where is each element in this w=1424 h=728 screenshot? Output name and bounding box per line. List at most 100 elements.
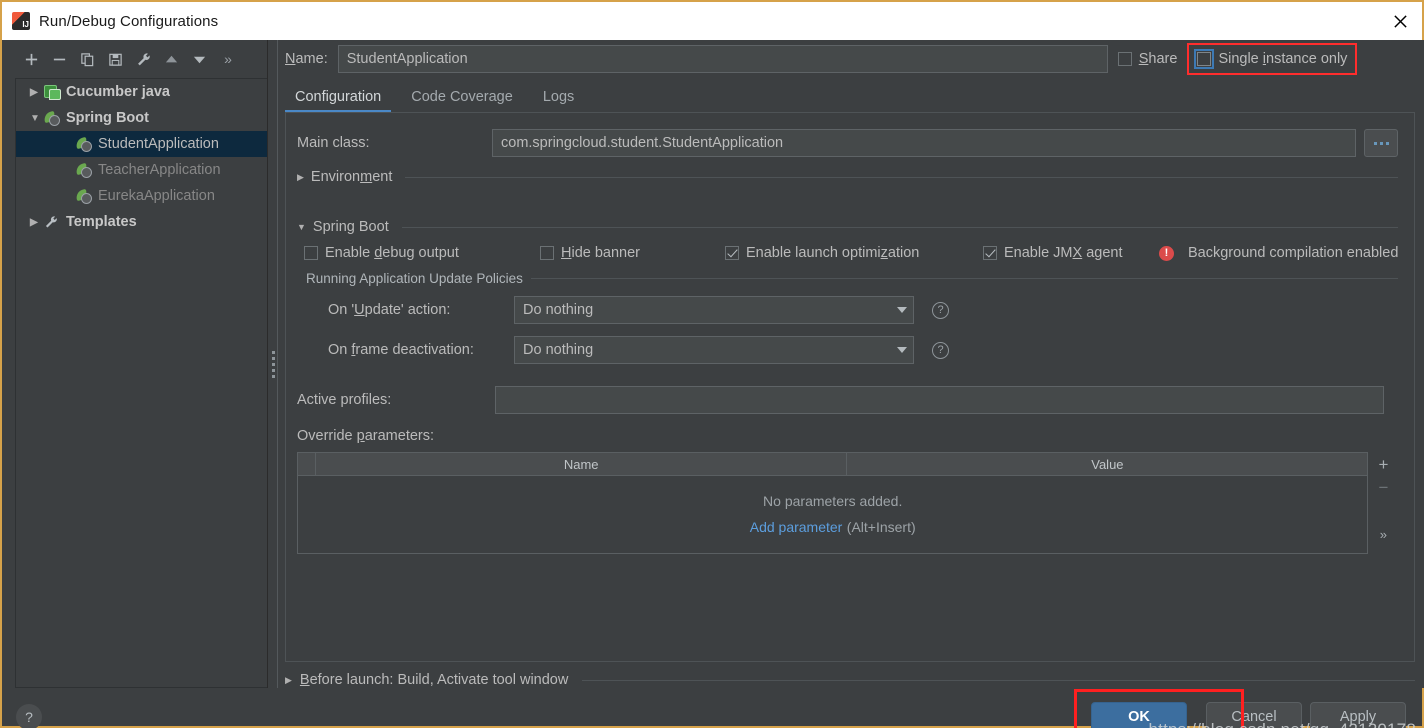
- configurations-tree[interactable]: ▶Cucumber java▼Spring Boot▶StudentApplic…: [15, 78, 267, 688]
- tree-item-label: TeacherApplication: [98, 162, 221, 178]
- move-up-button[interactable]: [158, 46, 184, 72]
- override-parameters-area: Name Value No parameters added. Add para…: [297, 452, 1398, 554]
- add-parameter-link[interactable]: Add parameter: [750, 519, 843, 535]
- intellij-idea-icon: [12, 12, 30, 30]
- add-configuration-button[interactable]: [18, 46, 44, 72]
- spring-boot-icon: [44, 111, 66, 126]
- sidebar-toolbar: »: [2, 40, 267, 78]
- column-header-name[interactable]: Name: [316, 453, 848, 475]
- spring-boot-section-label: Spring Boot: [312, 219, 389, 235]
- chevron-down-icon: [897, 307, 907, 313]
- toolbar-more-button[interactable]: »: [214, 46, 240, 72]
- share-checkbox[interactable]: Share: [1117, 51, 1178, 67]
- main-class-input[interactable]: com.springcloud.student.StudentApplicati…: [492, 129, 1357, 157]
- name-input[interactable]: StudentApplication: [337, 45, 1108, 73]
- add-parameter-row: Add parameter (Alt+Insert): [750, 519, 916, 537]
- table-body: No parameters added. Add parameter (Alt+…: [298, 475, 1368, 553]
- hide-banner-box: [540, 246, 554, 260]
- splitter-handle: [272, 350, 275, 378]
- tree-item-label: StudentApplication: [98, 136, 219, 152]
- empty-table-message: No parameters added.: [763, 492, 903, 509]
- configurations-sidebar: » ▶Cucumber java▼Spring Boot▶StudentAppl…: [2, 40, 268, 688]
- on-update-action-dropdown[interactable]: Do nothing: [514, 296, 914, 324]
- help-button[interactable]: ?: [16, 704, 42, 728]
- table-more-button[interactable]: »: [1380, 528, 1387, 542]
- tree-item-studentapplication[interactable]: ▶StudentApplication: [16, 131, 267, 157]
- update-policies-group: Running Application Update Policies On '…: [306, 271, 1399, 364]
- dialog-footer: ? OK Cancel Apply https://blog.csdn.net/…: [2, 688, 1422, 728]
- tree-item-label: EurekaApplication: [98, 188, 215, 204]
- enable-debug-output-checkbox[interactable]: Enable debug output: [304, 245, 540, 261]
- tabs-bar: Configuration Code Coverage Logs: [279, 78, 1424, 113]
- tree-item-cucumber-java[interactable]: ▶ Cucumber java: [16, 79, 267, 105]
- tree-item-eurekaapplication[interactable]: ▶EurekaApplication: [16, 183, 267, 209]
- main-class-browse-button[interactable]: [1364, 129, 1399, 157]
- enable-jmx-agent-checkbox[interactable]: Enable JMX agent: [983, 245, 1159, 261]
- single-instance-only-label: Single instance only: [1218, 51, 1348, 67]
- save-configuration-button[interactable]: [102, 46, 128, 72]
- hide-banner-checkbox[interactable]: Hide banner: [540, 245, 725, 261]
- active-profiles-row: Active profiles:: [297, 386, 1398, 414]
- tabs-list: Configuration Code Coverage Logs: [285, 78, 1415, 112]
- on-frame-deactivation-label: On frame deactivation:: [328, 342, 474, 358]
- enable-jmx-agent-label: Enable JMX agent: [1004, 245, 1123, 261]
- chevron-down-icon[interactable]: ▼: [30, 113, 44, 124]
- table-gutter-column: [298, 453, 316, 475]
- chevron-right-icon[interactable]: ▶: [30, 217, 44, 228]
- active-profiles-label: Active profiles:: [297, 392, 392, 408]
- tree-item-label: Cucumber java: [66, 84, 170, 100]
- column-header-value[interactable]: Value: [847, 453, 1367, 475]
- enable-debug-output-box: [304, 246, 318, 260]
- environment-section-header[interactable]: ▶ Environment: [297, 169, 1399, 185]
- group-rule: [530, 278, 1399, 279]
- override-parameters-table[interactable]: Name Value No parameters added. Add para…: [297, 452, 1369, 554]
- enable-launch-optimization-checkbox[interactable]: Enable launch optimization: [725, 245, 983, 261]
- tree-item-templates[interactable]: ▶ Templates: [16, 209, 267, 235]
- pane-splitter[interactable]: [268, 40, 279, 688]
- on-frame-deactivation-value: Do nothing: [523, 342, 594, 358]
- update-policies-title-row: Running Application Update Policies: [306, 271, 1399, 286]
- on-update-action-help-icon[interactable]: ?: [932, 301, 949, 319]
- chevron-right-icon: ▶: [285, 674, 292, 685]
- edit-templates-wrench-icon[interactable]: [130, 46, 156, 72]
- single-instance-only-checkbox[interactable]: Single instance only: [1187, 43, 1358, 75]
- move-down-button[interactable]: [186, 46, 212, 72]
- tab-code-coverage[interactable]: Code Coverage: [401, 85, 523, 112]
- on-frame-deactivation-dropdown[interactable]: Do nothing: [514, 336, 914, 364]
- section-rule: [401, 226, 1399, 228]
- chevron-right-icon[interactable]: ▶: [30, 87, 44, 98]
- spring-boot-icon: [76, 163, 98, 178]
- active-profiles-input[interactable]: [495, 386, 1385, 414]
- enable-launch-optimization-label: Enable launch optimization: [746, 245, 920, 261]
- section-rule: [405, 176, 1399, 178]
- share-label: Share: [1138, 51, 1178, 67]
- chevron-down-icon: ▼: [297, 222, 306, 232]
- on-update-action-value: Do nothing: [523, 302, 594, 318]
- table-add-button[interactable]: +: [1378, 456, 1388, 473]
- background-compilation-text: Background compilation enabled: [1188, 245, 1399, 261]
- tab-configuration[interactable]: Configuration: [285, 85, 392, 112]
- section-rule: [582, 679, 1416, 681]
- tab-logs[interactable]: Logs: [533, 85, 584, 112]
- tree-item-label: Spring Boot: [66, 110, 149, 126]
- close-icon[interactable]: [1378, 2, 1422, 40]
- dialog-body: » ▶Cucumber java▼Spring Boot▶StudentAppl…: [2, 40, 1424, 688]
- remove-configuration-button[interactable]: [46, 46, 72, 72]
- spring-boot-options-row: Enable debug output Hide banner Enable l…: [304, 245, 1398, 261]
- background-compilation-warning: ! Background compilation enabled: [1159, 245, 1398, 261]
- tree-item-teacherapplication[interactable]: ▶TeacherApplication: [16, 157, 267, 183]
- spring-boot-icon: [76, 137, 98, 152]
- spring-boot-section-header[interactable]: ▼ Spring Boot: [297, 219, 1399, 235]
- hide-banner-label: Hide banner: [561, 245, 641, 261]
- table-remove-button[interactable]: −: [1378, 479, 1388, 496]
- on-frame-deactivation-row: On frame deactivation: Do nothing ?: [306, 336, 1398, 364]
- copy-configuration-button[interactable]: [74, 46, 100, 72]
- tree-item-spring-boot[interactable]: ▼ Spring Boot: [16, 105, 267, 131]
- error-icon: !: [1159, 245, 1174, 261]
- environment-section-label: Environment: [310, 169, 393, 185]
- main-class-row: Main class: com.springcloud.student.Stud…: [292, 129, 1399, 157]
- name-label: Name:: [285, 51, 328, 67]
- on-frame-deactivation-help-icon[interactable]: ?: [932, 341, 949, 359]
- single-instance-only-checkbox-box: [1194, 49, 1215, 69]
- before-launch-section[interactable]: ▶ Before launch: Build, Activate tool wi…: [285, 672, 1416, 688]
